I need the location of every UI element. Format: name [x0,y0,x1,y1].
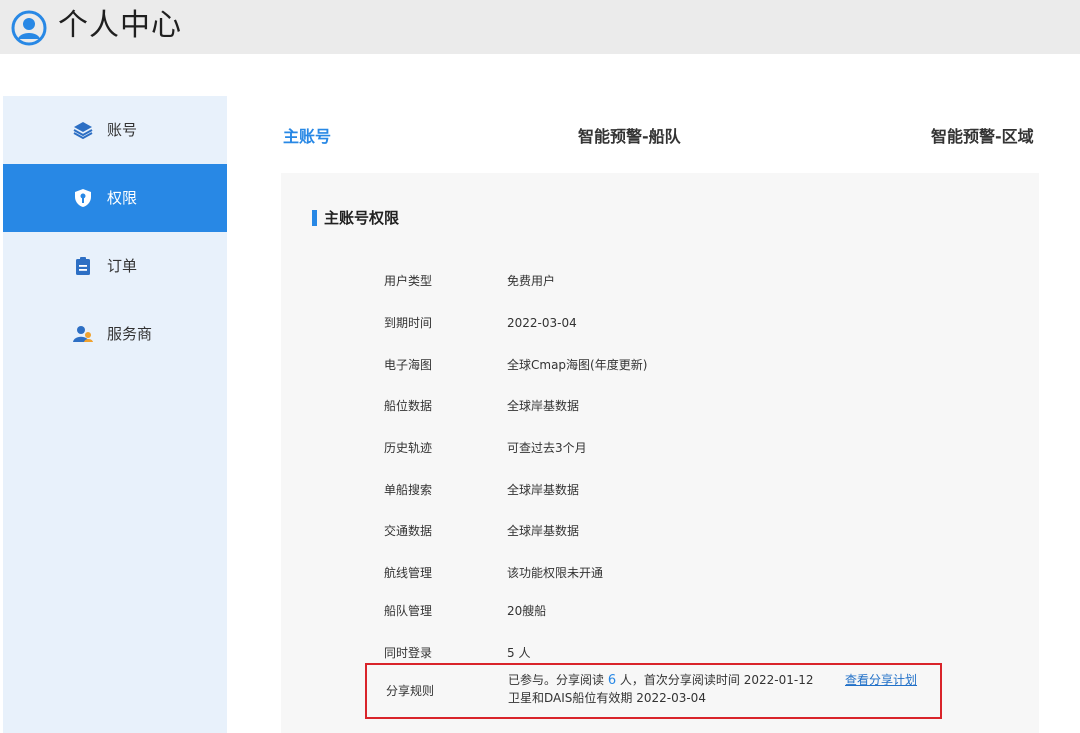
row-value: 5 人 [507,646,531,660]
sidebar-item-permissions[interactable]: 权限 [3,164,227,232]
row-label: 航线管理 [384,566,433,580]
sidebar-item-providers[interactable]: 服务商 [3,300,227,368]
section-title: 主账号权限 [324,209,400,227]
row-label: 电子海图 [384,358,433,372]
row-value: 该功能权限未开通 [507,566,604,580]
permission-row: 历史轨迹 可查过去3个月 [281,437,1039,459]
shield-key-icon [75,189,91,207]
tab-main-account[interactable]: 主账号 [283,124,331,150]
share-read-count: 6 [607,673,617,688]
share-status-suffix: 人，首次分享阅读时间 2022-01-12 [616,673,814,687]
tab-area-alert[interactable]: 智能预警-区域 [931,124,1034,150]
row-label: 交通数据 [384,524,433,538]
permission-row: 电子海图 全球Cmap海图(年度更新) [281,354,1039,376]
permission-row: 船队管理 20艘船 [281,600,1039,622]
permission-row: 交通数据 全球岸基数据 [281,520,1039,542]
user-circle-icon [11,10,47,46]
permission-row: 到期时间 2022-03-04 [281,312,1039,334]
permission-row: 单船搜索 全球岸基数据 [281,479,1039,501]
row-value: 免费用户 [507,274,556,288]
sidebar-item-label: 权限 [107,189,138,207]
row-value: 全球Cmap海图(年度更新) [507,358,648,372]
share-status-prefix: 已参与。分享阅读 [508,673,608,687]
top-bar: 个人中心 [0,0,1080,54]
share-rule-highlight: 分享规则 已参与。分享阅读 6 人，首次分享阅读时间 2022-01-12 卫星… [365,663,942,719]
view-share-plan-link[interactable]: 查看分享计划 [845,671,917,689]
row-value: 可查过去3个月 [507,441,587,455]
tab-fleet-alert[interactable]: 智能预警-船队 [578,124,681,150]
row-label: 用户类型 [384,274,433,288]
clipboard-icon [76,257,90,275]
row-label: 单船搜索 [384,483,433,497]
page-title: 个人中心 [58,8,182,43]
permissions-panel: 主账号权限 用户类型 免费用户 到期时间 2022-03-04 电子海图 全球C… [281,173,1039,733]
sidebar-item-label: 订单 [107,257,138,275]
user-group-icon [73,326,93,342]
row-value: 全球岸基数据 [507,399,580,413]
row-value: 20艘船 [507,604,547,618]
sidebar: 账号 权限 订单 服务商 [3,96,227,733]
sidebar-item-label: 服务商 [107,325,153,343]
permission-row: 船位数据 全球岸基数据 [281,395,1039,417]
sidebar-item-orders[interactable]: 订单 [3,232,227,300]
share-status: 已参与。分享阅读 6 人，首次分享阅读时间 2022-01-12 [508,671,813,690]
row-label: 历史轨迹 [384,441,433,455]
row-value: 全球岸基数据 [507,524,580,538]
row-value: 2022-03-04 [507,316,577,330]
row-label: 船位数据 [384,399,433,413]
row-value: 全球岸基数据 [507,483,580,497]
share-validity: 卫星和DAIS船位有效期 2022-03-04 [508,691,706,705]
row-label: 船队管理 [384,604,433,618]
section-marker [312,210,317,226]
share-rule-label: 分享规则 [386,684,435,698]
permission-row: 用户类型 免费用户 [281,270,1039,292]
permission-row: 航线管理 该功能权限未开通 [281,562,1039,584]
tab-bar: 主账号 智能预警-船队 智能预警-区域 [0,124,1080,150]
row-label: 同时登录 [384,646,433,660]
row-label: 到期时间 [384,316,433,330]
permission-row: 同时登录 5 人 [281,642,1039,664]
